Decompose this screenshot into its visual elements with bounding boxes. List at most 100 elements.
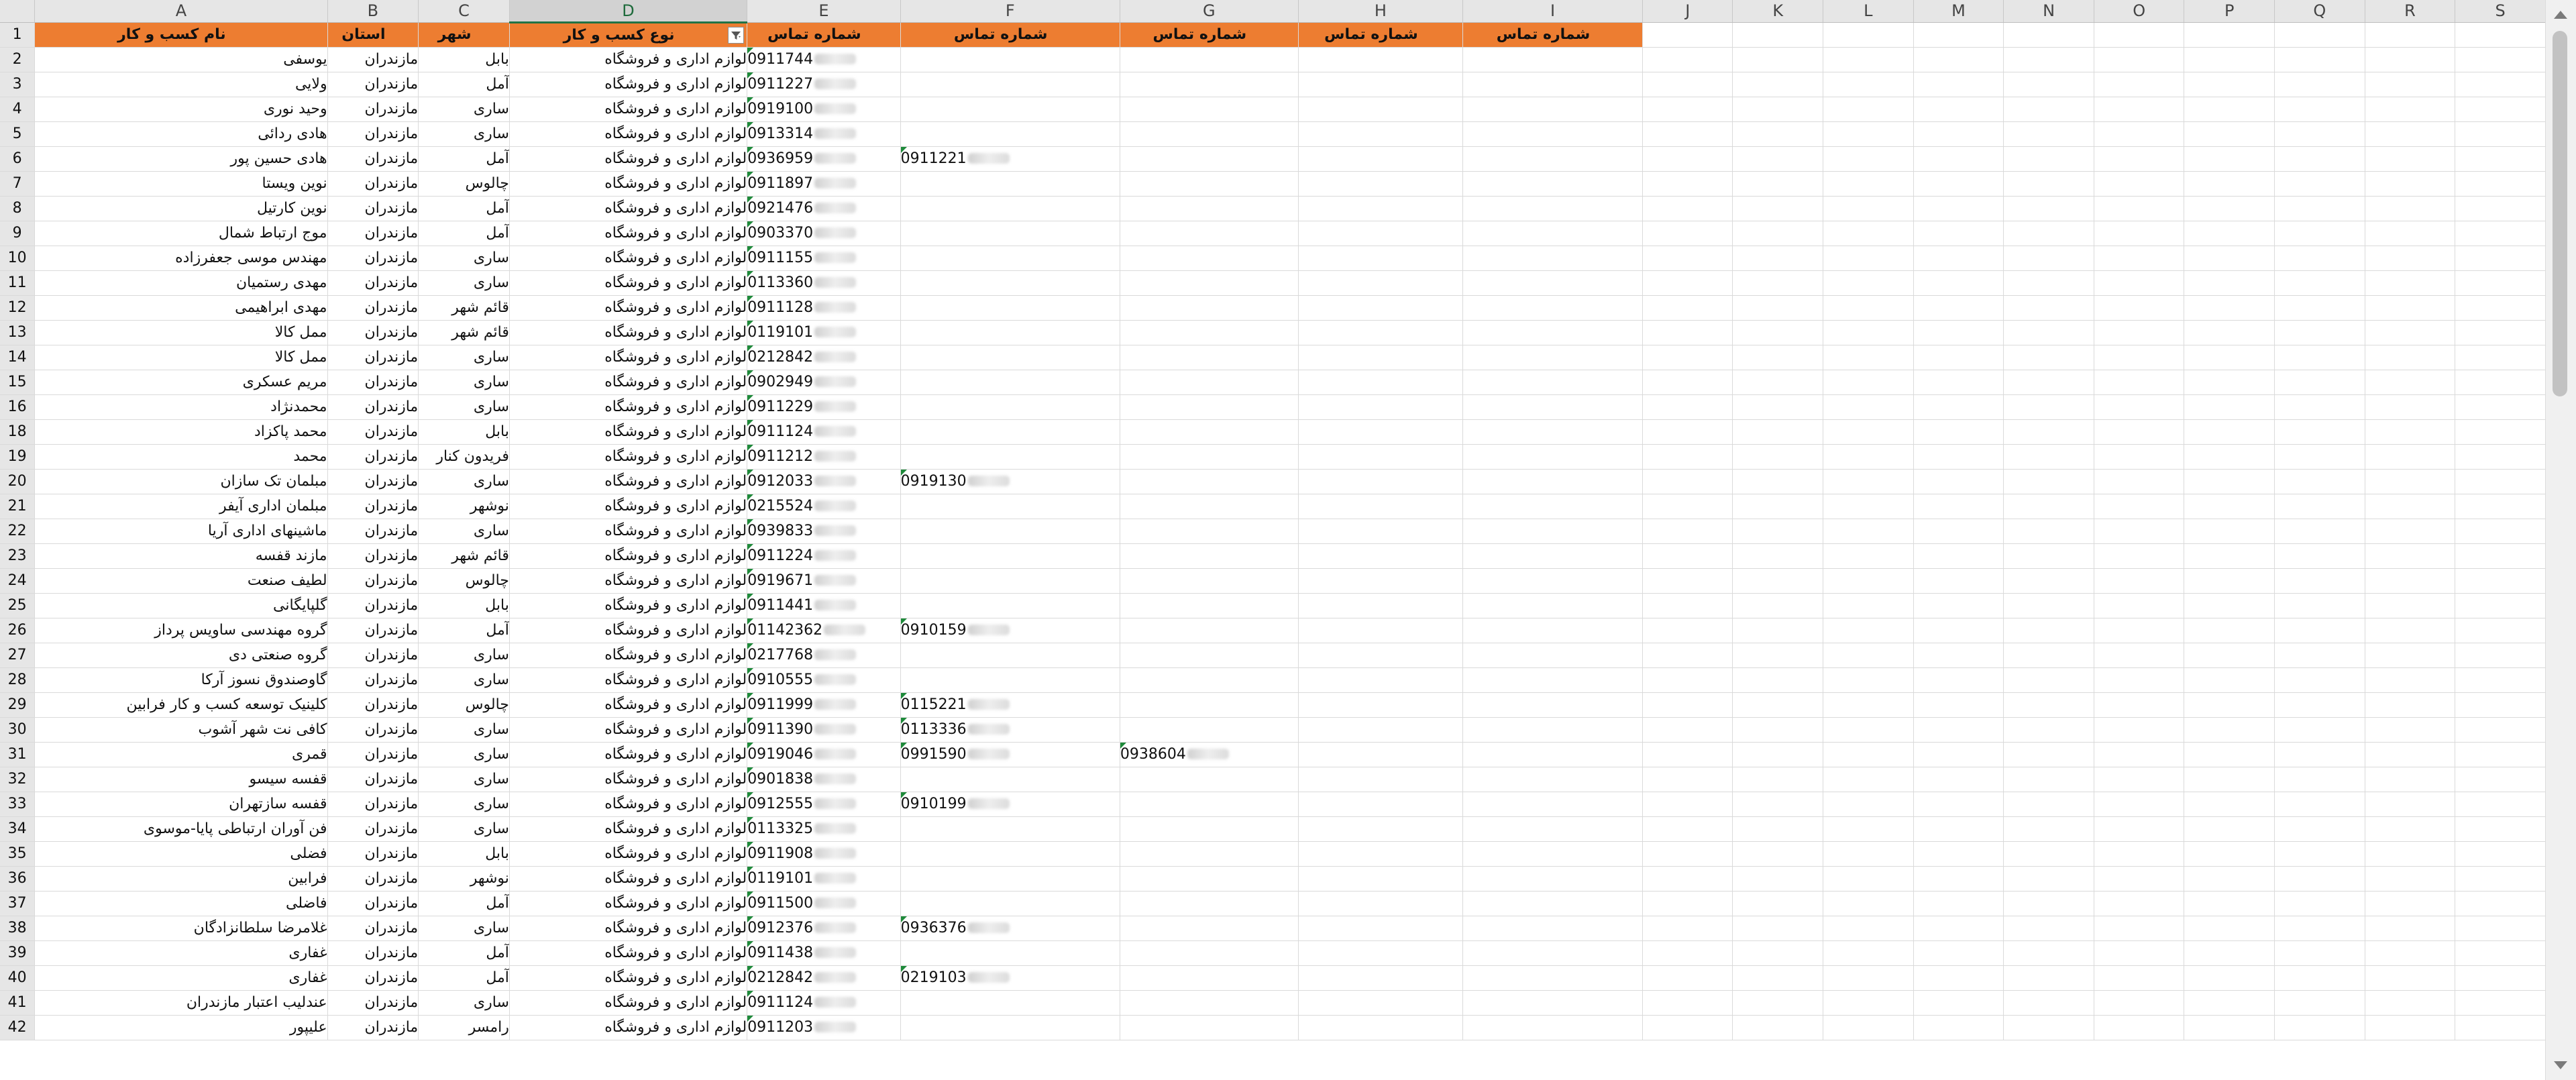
empty-cell[interactable]: [1732, 72, 1824, 97]
empty-cell[interactable]: [2365, 1015, 2456, 1040]
empty-cell[interactable]: [2455, 1015, 2546, 1040]
phone-cell[interactable]: [900, 246, 1120, 271]
empty-cell[interactable]: [1462, 1015, 1643, 1040]
empty-cell[interactable]: [1823, 568, 1914, 594]
cell[interactable]: مازندران: [327, 866, 419, 892]
empty-cell[interactable]: [2365, 990, 2456, 1016]
cell[interactable]: لوازم اداری و فروشگاه: [509, 246, 748, 271]
empty-cell[interactable]: [1462, 866, 1643, 892]
phone-cell[interactable]: [1120, 370, 1299, 395]
empty-cell[interactable]: [2365, 916, 2456, 941]
cell[interactable]: موج ارتباط شمال: [34, 221, 328, 246]
column-header-h[interactable]: H: [1298, 0, 1464, 23]
empty-cell[interactable]: [2274, 618, 2365, 643]
empty-cell[interactable]: [2274, 568, 2365, 594]
phone-cell[interactable]: [1120, 841, 1299, 867]
empty-cell[interactable]: [2365, 593, 2456, 618]
empty-cell[interactable]: [2455, 121, 2546, 147]
empty-cell[interactable]: [2365, 568, 2456, 594]
empty-cell[interactable]: [2094, 618, 2185, 643]
cell[interactable]: مازندران: [327, 965, 419, 991]
empty-cell[interactable]: [2184, 171, 2275, 197]
empty-cell[interactable]: [1642, 767, 1733, 792]
row-header[interactable]: 41: [0, 990, 36, 1016]
empty-cell[interactable]: [1642, 618, 1733, 643]
cell[interactable]: لوازم اداری و فروشگاه: [509, 916, 748, 941]
empty-cell[interactable]: [1823, 519, 1914, 544]
cell[interactable]: آمل: [418, 618, 510, 643]
empty-cell[interactable]: [2003, 916, 2094, 941]
empty-cell[interactable]: [2003, 171, 2094, 197]
empty-cell[interactable]: [2184, 643, 2275, 668]
empty-cell[interactable]: [1462, 97, 1643, 122]
phone-cell[interactable]: [1120, 543, 1299, 569]
row-header[interactable]: 22: [0, 519, 36, 544]
cell[interactable]: قائم شهر: [418, 295, 510, 321]
phone-cell[interactable]: [1120, 494, 1299, 519]
empty-cell[interactable]: [2365, 742, 2456, 767]
cell[interactable]: مازندران: [327, 891, 419, 916]
cell[interactable]: چالوس: [418, 568, 510, 594]
phone-cell[interactable]: [1120, 643, 1299, 668]
empty-cell[interactable]: [1462, 345, 1643, 370]
empty-cell[interactable]: [2365, 419, 2456, 445]
phone-cell[interactable]: 0911124: [747, 990, 901, 1016]
cell[interactable]: ساری: [418, 643, 510, 668]
cell[interactable]: مبلمان تک سازان: [34, 469, 328, 494]
empty-cell[interactable]: [1642, 171, 1733, 197]
empty-cell[interactable]: [1913, 618, 2004, 643]
empty-cell[interactable]: [1823, 146, 1914, 172]
phone-cell[interactable]: [1120, 792, 1299, 817]
empty-cell[interactable]: [1298, 171, 1464, 197]
column-header-r[interactable]: R: [2365, 0, 2456, 23]
cell[interactable]: مازندران: [327, 345, 419, 370]
cell[interactable]: هادی حسین پور: [34, 146, 328, 172]
scroll-down-icon[interactable]: [2554, 1061, 2567, 1069]
empty-cell[interactable]: [2365, 270, 2456, 296]
phone-cell[interactable]: [1120, 196, 1299, 221]
empty-cell[interactable]: [1913, 568, 2004, 594]
empty-cell[interactable]: [1298, 221, 1464, 246]
empty-cell[interactable]: [1732, 916, 1824, 941]
empty-cell[interactable]: [2455, 643, 2546, 668]
empty-cell[interactable]: [1462, 667, 1643, 693]
empty-cell[interactable]: [1298, 370, 1464, 395]
empty-cell[interactable]: [1642, 990, 1733, 1016]
empty-cell[interactable]: [2274, 320, 2365, 345]
empty-cell[interactable]: [1298, 816, 1464, 842]
cell[interactable]: ساری: [418, 469, 510, 494]
empty-cell[interactable]: [2003, 866, 2094, 892]
empty-cell[interactable]: [2094, 494, 2185, 519]
cell[interactable]: قائم شهر: [418, 320, 510, 345]
phone-cell[interactable]: [900, 643, 1120, 668]
cell[interactable]: لوازم اداری و فروشگاه: [509, 97, 748, 122]
cell[interactable]: مازندران: [327, 940, 419, 966]
cell[interactable]: مازندران: [327, 692, 419, 718]
empty-cell[interactable]: [1642, 792, 1733, 817]
empty-cell[interactable]: [2274, 742, 2365, 767]
empty-cell[interactable]: [2274, 990, 2365, 1016]
phone-cell[interactable]: [1120, 146, 1299, 172]
column-header-j[interactable]: J: [1642, 0, 1733, 23]
empty-cell[interactable]: [2455, 345, 2546, 370]
empty-cell[interactable]: [2094, 568, 2185, 594]
empty-cell[interactable]: [1732, 320, 1824, 345]
cell[interactable]: مهدی ابراهیمی: [34, 295, 328, 321]
phone-cell[interactable]: [1120, 345, 1299, 370]
header-cell[interactable]: شماره تماس: [1120, 22, 1299, 48]
phone-cell[interactable]: 0991590: [900, 742, 1120, 767]
empty-cell[interactable]: [1732, 866, 1824, 892]
empty-cell[interactable]: [1462, 643, 1643, 668]
phone-cell[interactable]: [1120, 221, 1299, 246]
phone-cell[interactable]: [900, 295, 1120, 321]
empty-cell[interactable]: [1823, 1015, 1914, 1040]
phone-cell[interactable]: 0911500: [747, 891, 901, 916]
phone-cell[interactable]: [1120, 965, 1299, 991]
empty-cell[interactable]: [1298, 444, 1464, 470]
cell[interactable]: مبلمان اداری آیفر: [34, 494, 328, 519]
empty-cell[interactable]: [2184, 593, 2275, 618]
phone-cell[interactable]: [900, 196, 1120, 221]
empty-cell[interactable]: [2274, 841, 2365, 867]
header-cell[interactable]: نام کسب و کار: [34, 22, 328, 48]
cell[interactable]: لوازم اداری و فروشگاه: [509, 146, 748, 172]
